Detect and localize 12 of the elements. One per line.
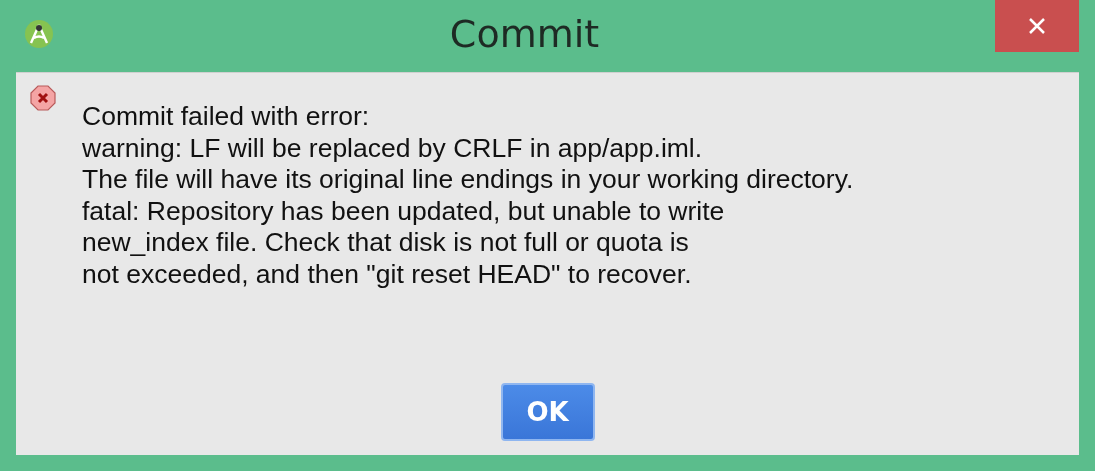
message-line: fatal: Repository has been updated, but unable to write <box>82 195 726 227</box>
message-line: warning: LF will be replaced by CRLF in app/app.iml. <box>82 132 704 164</box>
close-icon <box>1028 17 1046 35</box>
close-button[interactable] <box>995 0 1079 52</box>
message-line: not exceeded, and then "git reset HEAD" to recover. <box>82 258 693 290</box>
message-line: Commit failed with error: <box>82 101 371 133</box>
window-title: Commit <box>448 12 601 56</box>
message-line: new_index file. Check that disk is not full or quota is <box>82 227 690 259</box>
error-icon <box>30 85 56 111</box>
message-line: The file will have its original line endings in your working directory. <box>82 164 854 196</box>
ok-button[interactable]: OK <box>500 383 595 441</box>
android-robot-icon <box>24 19 54 49</box>
